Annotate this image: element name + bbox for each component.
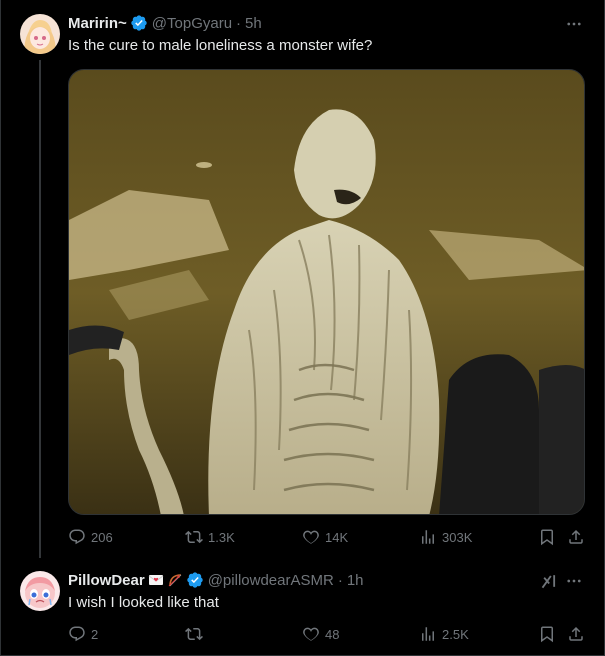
heart-icon bbox=[303, 530, 319, 544]
verified-badge-icon bbox=[130, 14, 148, 32]
reply-count: 2 bbox=[91, 626, 99, 642]
like-button[interactable]: 14K bbox=[302, 527, 348, 547]
reply-count: 206 bbox=[91, 529, 113, 545]
like-button[interactable]: 48 bbox=[302, 624, 339, 644]
post-media-image[interactable] bbox=[68, 69, 585, 515]
bookmark-icon bbox=[541, 626, 553, 643]
post-header: Maririn~ @TopGyaru · 5h bbox=[68, 13, 262, 33]
share-icon bbox=[569, 529, 583, 544]
share-button[interactable] bbox=[567, 624, 585, 644]
reply-text: I wish I looked like that bbox=[68, 594, 219, 611]
reply-button[interactable]: 2 bbox=[68, 624, 98, 644]
post-text: Is the cure to male loneliness a monster… bbox=[68, 37, 373, 54]
reply-header: PillowDear @pillowdearASMR · 1h bbox=[68, 570, 364, 590]
more-dots-icon[interactable] bbox=[565, 15, 583, 33]
verified-badge-icon bbox=[186, 571, 204, 589]
post-timestamp[interactable]: 1h bbox=[347, 572, 364, 589]
post-timestamp[interactable]: 5h bbox=[245, 15, 262, 32]
separator-dot: · bbox=[236, 14, 242, 32]
reply-action-bar: 2 48 2.5K bbox=[68, 624, 588, 644]
avatar[interactable] bbox=[20, 571, 60, 611]
views-bars-icon bbox=[422, 627, 434, 641]
like-count: 14K bbox=[325, 529, 349, 545]
separator-dot: · bbox=[337, 571, 343, 589]
repost-arrows-icon bbox=[185, 530, 203, 544]
views-count: 2.5K bbox=[442, 626, 469, 642]
views-bars-icon bbox=[422, 530, 434, 544]
views-count: 303K bbox=[442, 529, 473, 545]
repost-button[interactable]: 1.3K bbox=[185, 527, 235, 547]
author-name[interactable]: PillowDear bbox=[68, 572, 145, 589]
author-handle[interactable]: @pillowdearASMR bbox=[208, 572, 334, 589]
views-button[interactable]: 2.5K bbox=[419, 624, 469, 644]
bookmark-button[interactable] bbox=[538, 624, 556, 644]
reply-bubble-icon bbox=[69, 626, 85, 642]
reply-button[interactable]: 206 bbox=[68, 527, 113, 547]
love-letter-emoji bbox=[148, 572, 164, 588]
bow-and-arrow-emoji bbox=[167, 572, 183, 588]
bookmark-button[interactable] bbox=[538, 527, 556, 547]
bookmark-icon bbox=[541, 529, 553, 546]
thread-connector-line bbox=[39, 60, 41, 558]
reply-bubble-icon bbox=[69, 529, 85, 545]
share-button[interactable] bbox=[567, 527, 585, 547]
repost-count: 1.3K bbox=[208, 529, 235, 545]
like-count: 48 bbox=[325, 626, 340, 642]
share-icon bbox=[569, 626, 583, 641]
author-name[interactable]: Maririn~ bbox=[68, 15, 127, 32]
heart-icon bbox=[303, 627, 319, 641]
post-action-bar: 206 1.3K 14K 303K bbox=[68, 527, 588, 547]
grok-icon[interactable] bbox=[540, 572, 560, 590]
repost-button[interactable] bbox=[185, 624, 208, 644]
views-button[interactable]: 303K bbox=[419, 527, 472, 547]
repost-arrows-icon bbox=[185, 627, 203, 641]
more-dots-icon[interactable] bbox=[565, 572, 583, 590]
avatar[interactable] bbox=[20, 14, 60, 54]
author-handle[interactable]: @TopGyaru bbox=[152, 15, 232, 32]
